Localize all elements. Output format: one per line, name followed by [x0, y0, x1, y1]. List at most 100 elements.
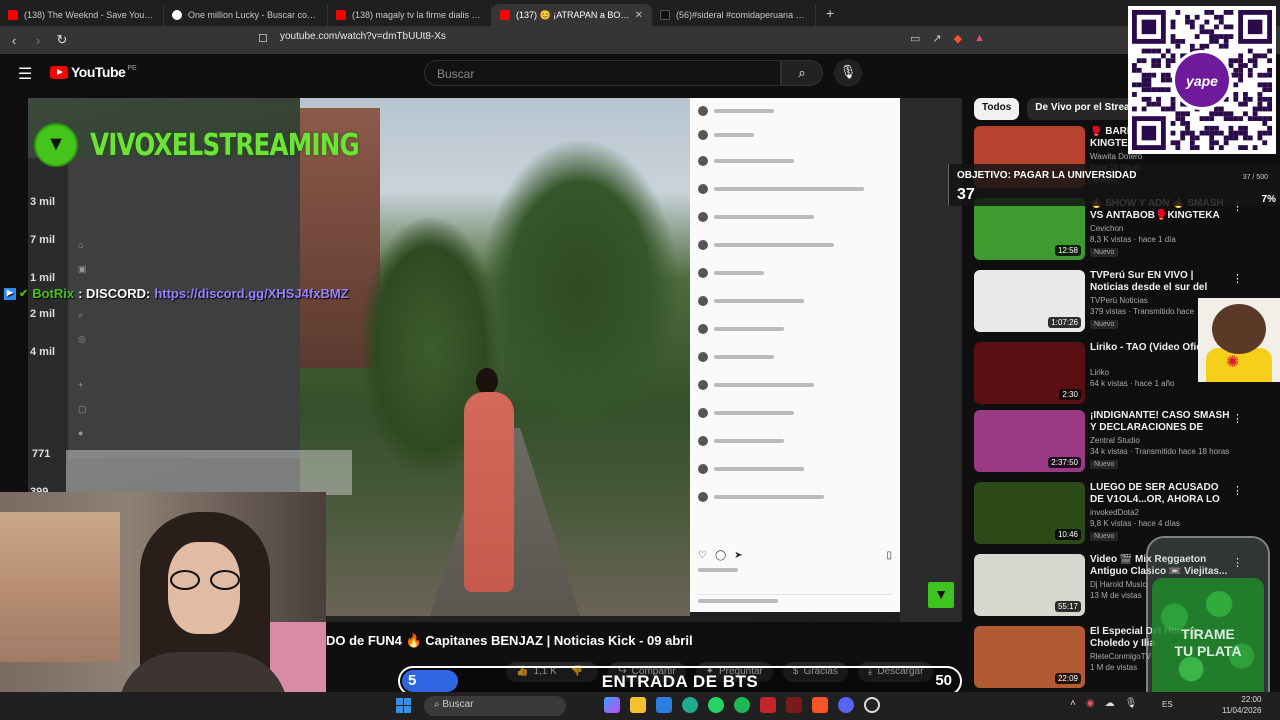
app-icon[interactable]	[786, 697, 802, 713]
start-tile	[404, 706, 411, 713]
comment-line	[714, 243, 834, 247]
comment-line	[714, 187, 864, 191]
cloud-icon[interactable]: ☁	[1105, 698, 1115, 709]
edge-icon[interactable]	[682, 697, 698, 713]
channel-name[interactable]: RleteConmigoTV	[1090, 652, 1151, 661]
microphone-icon[interactable]: 🎙	[1125, 698, 1138, 709]
clock[interactable]: 22:00 11/04/2026	[1222, 694, 1261, 716]
comment-row	[698, 154, 794, 168]
comment-row	[698, 238, 834, 252]
dog-mascot: ✺	[1198, 298, 1280, 382]
video-title[interactable]: TVPerú Sur EN VIVO | Noticias desde el s…	[1090, 270, 1230, 294]
duration-badge: 2:30	[1059, 389, 1081, 400]
video-thumbnail[interactable]: 12:58	[974, 198, 1085, 260]
channel-name[interactable]: Zentral Studio	[1090, 436, 1140, 445]
channel-name[interactable]: Cevichon	[1090, 224, 1123, 233]
url-field[interactable]: youtube.com/watch?v=dmTbUUt8-Xs	[280, 31, 446, 42]
comment-row	[698, 322, 784, 336]
close-tab-icon[interactable]: ✕	[635, 10, 643, 21]
avatar	[698, 240, 708, 250]
channel-name[interactable]: TVPerú Noticias	[1090, 296, 1148, 305]
avatar	[698, 296, 708, 306]
more-options-icon[interactable]: ⋮	[1232, 484, 1243, 497]
reload-icon[interactable]: ↻	[52, 32, 72, 48]
goal-ratio: 37 / 500	[1242, 174, 1268, 181]
comment-row	[698, 294, 804, 308]
browser-tab-active[interactable]: (137) 😊 ¡ATRAPAN a BOTIJE ✕	[492, 4, 652, 26]
comment-line	[714, 411, 794, 415]
avatar	[698, 268, 708, 278]
more-options-icon[interactable]: ⋮	[1232, 272, 1243, 285]
avatar	[698, 492, 708, 502]
taskbar-search[interactable]: ⌕ Buscar	[424, 696, 566, 716]
heart-icon: ♡	[698, 550, 707, 561]
back-icon[interactable]: ‹	[4, 33, 24, 48]
search-button[interactable]: ⌕	[781, 60, 823, 86]
video-thumbnail[interactable]: 22:09	[974, 626, 1085, 688]
yape-logo: yape	[1172, 50, 1232, 110]
clock-date: 11/04/2026	[1222, 706, 1262, 715]
tab-title: (138) The Weeknd - Save Your Tears (	[24, 10, 155, 20]
tab-title: (138) magaly tv la firme dialis - YouTu	[352, 10, 483, 20]
browser-tab[interactable]: (138) magaly tv la firme dialis - YouTu	[328, 4, 492, 26]
channel-name[interactable]: Dj Harold Music	[1090, 580, 1146, 589]
jar-text-1: TÍRAME	[1181, 626, 1235, 642]
file-explorer-icon[interactable]	[630, 697, 646, 713]
discord-icon[interactable]	[838, 697, 854, 713]
stream-brand: ▼ VIVOXELSTREAMING	[34, 123, 418, 167]
new-badge: Nuevo	[1090, 460, 1119, 469]
video-thumbnail[interactable]: 55:17	[974, 554, 1085, 616]
video-thumbnail[interactable]: 2:30	[974, 342, 1085, 404]
video-meta: 8,3 K vistas · hace 1 día	[1090, 235, 1176, 244]
video-thumbnail[interactable]: 1:07:26	[974, 270, 1085, 332]
channel-name[interactable]: invokedDota2	[1090, 508, 1139, 517]
share-icon[interactable]: ↗	[932, 32, 941, 45]
more-options-icon[interactable]: ⋮	[1232, 412, 1243, 425]
shelf-overlay	[66, 450, 352, 495]
chevron-up-icon[interactable]: ˄	[1070, 698, 1076, 709]
recommendation-item[interactable]: 12:58🔥 SHOW Y ADN 🔥 SMASH VS ANTABOB🥊KIN…	[974, 198, 1244, 262]
windows-start-icon[interactable]	[396, 698, 411, 713]
cast-icon[interactable]: ▭	[910, 32, 920, 45]
video-title[interactable]: ¡INDIGNANTE! CASO SMASH Y DECLARACIONES …	[1090, 410, 1230, 434]
channel-name[interactable]: Liriko	[1090, 368, 1109, 377]
recommendation-item[interactable]: 2:37:50 ¡INDIGNANTE! CASO SMASH Y DECLARA…	[974, 410, 1244, 474]
whatsapp-icon[interactable]	[708, 697, 724, 713]
obs-icon[interactable]	[864, 697, 880, 713]
goal-percent: 7%	[1261, 194, 1276, 205]
comment-line	[714, 271, 764, 275]
new-badge: Nuevo	[1090, 532, 1119, 541]
discord-link: https://discord.gg/XHSJ4fxBMZ	[154, 286, 349, 301]
spotify-icon[interactable]	[734, 697, 750, 713]
video-scene	[300, 98, 690, 616]
browser-tab[interactable]: (138) The Weeknd - Save Your Tears (	[0, 4, 164, 26]
app-tray-icon[interactable]: ◉	[1086, 698, 1095, 709]
bookmark-icon[interactable]: ☐	[258, 32, 268, 45]
goal-title: OBJETIVO: PAGAR LA UNIVERSIDAD	[957, 170, 1137, 181]
goal-overlay: OBJETIVO: PAGAR LA UNIVERSIDAD 37 37 / 5…	[948, 164, 1280, 206]
language-indicator[interactable]: ES	[1162, 700, 1173, 709]
video-title[interactable]: LUEGO DE SER ACUSADO DE V1OL4...OR, AHOR…	[1090, 482, 1230, 506]
browser-tab[interactable]: (56)#sideral #comidaperuana #peru	[652, 4, 816, 26]
brave-icon[interactable]	[812, 697, 828, 713]
youtube-logo[interactable]: YouTube PE	[50, 64, 137, 80]
new-tab-button[interactable]: +	[826, 5, 834, 21]
video-thumbnail[interactable]: 2:37:50	[974, 410, 1085, 472]
video-thumbnail[interactable]: 10:46	[974, 482, 1085, 544]
forward-icon[interactable]: ›	[28, 33, 48, 48]
browser-tab[interactable]: One million Lucky - Buscar con Goog	[164, 4, 328, 26]
avatar	[698, 106, 708, 116]
avatar	[698, 408, 708, 418]
voice-search-button[interactable]: 🎙	[834, 59, 862, 87]
app-icon[interactable]	[760, 697, 776, 713]
brave-shield-icon[interactable]: ◆	[954, 32, 962, 45]
rewards-icon[interactable]: ▲	[974, 32, 985, 45]
tree	[480, 138, 680, 438]
copilot-icon[interactable]	[604, 697, 620, 713]
chip-all[interactable]: Todos	[974, 98, 1020, 120]
hamburger-menu-icon[interactable]: ☰	[18, 64, 32, 84]
avatar	[698, 324, 708, 334]
comment-row	[698, 350, 774, 364]
store-icon[interactable]	[656, 697, 672, 713]
search-input[interactable]: Buscar	[424, 60, 781, 86]
